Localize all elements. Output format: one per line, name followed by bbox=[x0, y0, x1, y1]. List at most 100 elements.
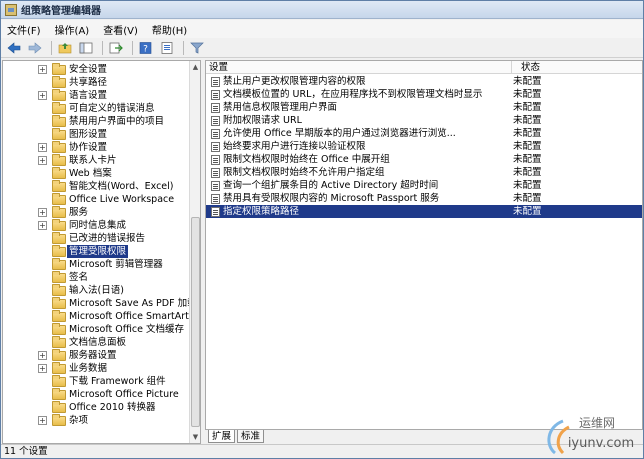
expand-plus-icon[interactable]: + bbox=[38, 156, 47, 165]
policy-setting-icon bbox=[211, 142, 220, 152]
folder-icon bbox=[52, 362, 66, 374]
policy-setting-name: 限制文档权限时始终在 Office 中展开组 bbox=[223, 154, 390, 165]
watermark-logo: 运维网 iyunv.com bbox=[547, 416, 634, 455]
tree-item-label: 协作设置 bbox=[69, 142, 108, 153]
tree-item-label: 管理受限权限 bbox=[67, 245, 129, 258]
expand-plus-icon[interactable]: + bbox=[38, 416, 47, 425]
policy-state: 未配置 bbox=[513, 128, 542, 139]
folder-icon bbox=[52, 323, 66, 335]
menu-help[interactable]: 帮助(H) bbox=[152, 22, 187, 37]
watermark-name: 运维网 bbox=[579, 416, 615, 430]
menu-action[interactable]: 操作(A) bbox=[55, 22, 90, 37]
tree-item-label: Web 档案 bbox=[69, 168, 112, 179]
tree-item-label: Microsoft Office 文档缓存 bbox=[69, 324, 185, 335]
up-folder-icon[interactable] bbox=[56, 40, 74, 56]
policy-setting-icon bbox=[211, 207, 220, 217]
expand-plus-icon[interactable]: + bbox=[38, 221, 47, 230]
folder-icon bbox=[52, 219, 66, 231]
expand-plus-icon[interactable]: + bbox=[38, 364, 47, 373]
folder-icon bbox=[52, 271, 66, 283]
menu-view[interactable]: 查看(V) bbox=[103, 22, 138, 37]
back-arrow-icon[interactable] bbox=[5, 40, 23, 56]
toolbar-separator bbox=[51, 40, 52, 55]
tree-scrollbar[interactable]: ▲ ▼ bbox=[189, 61, 200, 443]
scroll-down-arrow-icon[interactable]: ▼ bbox=[190, 431, 200, 443]
folder-icon bbox=[52, 310, 66, 322]
title-bar[interactable]: 组策略管理编辑器 bbox=[1, 1, 643, 19]
tree-item-label: 共享路径 bbox=[69, 77, 108, 88]
policy-row[interactable]: 限制文档权限时始终在 Office 中展开组 未配置 bbox=[206, 153, 642, 166]
policy-setting-name: 禁用信息权限管理用户界面 bbox=[223, 102, 338, 113]
tree-item-label: 同时信息集成 bbox=[69, 220, 127, 231]
policy-row[interactable]: 始终要求用户进行连接以验证权限 未配置 bbox=[206, 140, 642, 153]
policy-setting-name: 限制文档权限时始终不允许用户指定组 bbox=[223, 167, 385, 178]
policy-row-selected[interactable]: 指定权限策略路径 未配置 bbox=[206, 205, 642, 218]
policy-row[interactable]: 附加权限请求 URL 未配置 bbox=[206, 114, 642, 127]
policy-state: 未配置 bbox=[513, 206, 542, 217]
policy-row[interactable]: 禁用信息权限管理用户界面 未配置 bbox=[206, 101, 642, 114]
tree-item-label: 图形设置 bbox=[69, 129, 108, 140]
column-header-state-label: 状态 bbox=[521, 62, 541, 73]
folder-icon bbox=[52, 154, 66, 166]
tree-item-label: 输入法(日语) bbox=[69, 285, 124, 296]
policy-state: 未配置 bbox=[513, 167, 542, 178]
folder-icon bbox=[52, 258, 66, 270]
tree-item-label: 联系人卡片 bbox=[69, 155, 117, 166]
policy-row[interactable]: 查询一个组扩展条目的 Active Directory 超时时间 未配置 bbox=[206, 179, 642, 192]
tree-item-label: 安全设置 bbox=[69, 64, 108, 75]
folder-open-icon bbox=[52, 245, 66, 257]
column-header-state[interactable]: 状态 bbox=[512, 61, 642, 74]
expand-plus-icon[interactable]: + bbox=[38, 143, 47, 152]
policy-row[interactable]: 允许使用 Office 早期版本的用户通过浏览器进行浏览... 未配置 bbox=[206, 127, 642, 140]
folder-icon bbox=[52, 375, 66, 387]
policy-row[interactable]: 禁用具有受限权限内容的 Microsoft Passport 服务 未配置 bbox=[206, 192, 642, 205]
folder-icon bbox=[52, 297, 66, 309]
window-title: 组策略管理编辑器 bbox=[21, 6, 101, 17]
expand-plus-icon[interactable]: + bbox=[38, 208, 47, 217]
policy-setting-name: 允许使用 Office 早期版本的用户通过浏览器进行浏览... bbox=[223, 128, 456, 139]
folder-icon bbox=[52, 102, 66, 114]
policy-setting-name: 附加权限请求 URL bbox=[223, 115, 302, 126]
help-icon[interactable]: ? bbox=[137, 40, 155, 56]
properties-icon[interactable] bbox=[158, 40, 176, 56]
expand-plus-icon[interactable]: + bbox=[38, 351, 47, 360]
policy-row[interactable]: 禁止用户更改权限管理内容的权限 未配置 bbox=[206, 75, 642, 88]
watermark-url: iyunv.com bbox=[568, 436, 634, 451]
policy-setting-icon bbox=[211, 90, 220, 100]
folder-icon bbox=[52, 167, 66, 179]
scroll-thumb[interactable] bbox=[191, 217, 200, 427]
tree-pane[interactable]: + 安全设置 共享路径 + 语言设置 可自定义的错误消息 禁用用户界面中的项目 bbox=[2, 60, 201, 444]
export-list-icon[interactable] bbox=[107, 40, 125, 56]
policy-row[interactable]: 文档模板位置的 URL，在应用程序找不到权限管理文档时显示 未配置 bbox=[206, 88, 642, 101]
forward-arrow-icon[interactable] bbox=[26, 40, 44, 56]
policy-setting-icon bbox=[211, 168, 220, 178]
tree-item-label: Microsoft Office Picture bbox=[69, 389, 179, 400]
tree-item-label: 签名 bbox=[69, 272, 89, 283]
tree-item-label: Microsoft Save As PDF 加载 bbox=[69, 298, 197, 309]
folder-icon bbox=[52, 141, 66, 153]
folder-icon bbox=[52, 115, 66, 127]
policy-setting-name: 始终要求用户进行连接以验证权限 bbox=[223, 141, 366, 152]
folder-icon bbox=[52, 336, 66, 348]
folder-icon bbox=[52, 89, 66, 101]
policy-row[interactable]: 限制文档权限时始终不允许用户指定组 未配置 bbox=[206, 166, 642, 179]
toolbar-separator bbox=[183, 40, 184, 55]
tree-item-label: 下载 Framework 组件 bbox=[69, 376, 166, 387]
policy-setting-name: 指定权限策略路径 bbox=[223, 206, 300, 217]
expand-plus-icon[interactable]: + bbox=[38, 91, 47, 100]
settings-list-pane[interactable]: 设置 状态 禁止用户更改权限管理内容的权限 未配置 文档模板位置的 URL，在应… bbox=[205, 60, 643, 430]
menu-file[interactable]: 文件(F) bbox=[7, 22, 41, 37]
status-text: 11 个设置 bbox=[4, 446, 48, 457]
show-hide-tree-icon[interactable] bbox=[77, 40, 95, 56]
toolbar: ? bbox=[1, 38, 643, 58]
tab-standard[interactable]: 标准 bbox=[237, 430, 265, 443]
tab-extended[interactable]: 扩展 bbox=[208, 430, 236, 443]
column-header-setting[interactable]: 设置 bbox=[206, 61, 513, 74]
expand-plus-icon[interactable]: + bbox=[38, 65, 47, 74]
tree-item-label: 智能文档(Word、Excel) bbox=[69, 181, 174, 192]
folder-icon bbox=[52, 180, 66, 192]
policy-setting-icon bbox=[211, 155, 220, 165]
tree-item-label: 禁用用户界面中的项目 bbox=[69, 116, 165, 127]
scroll-up-arrow-icon[interactable]: ▲ bbox=[190, 61, 200, 73]
filter-icon[interactable] bbox=[188, 40, 206, 56]
